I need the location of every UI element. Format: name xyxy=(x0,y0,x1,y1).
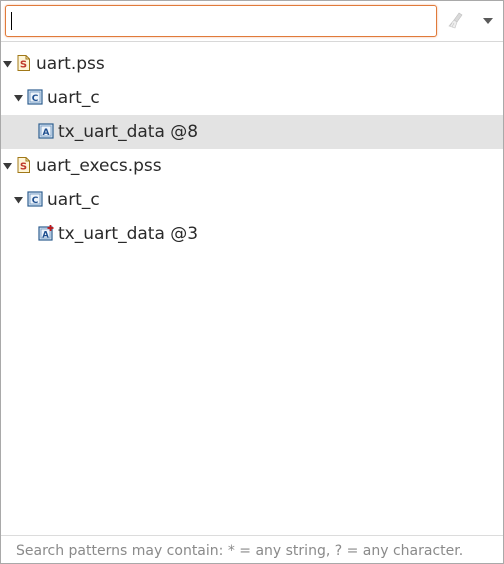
text-caret xyxy=(11,12,12,30)
component-icon: C xyxy=(27,89,43,105)
tree-node-label: uart_c xyxy=(47,190,100,210)
tree-node-label: uart_execs.pss xyxy=(36,156,162,176)
action-icon: A xyxy=(38,123,54,139)
clear-filter-icon[interactable] xyxy=(448,11,466,31)
header-separator xyxy=(1,41,503,42)
tree-node-label: tx_uart_data @8 xyxy=(58,122,199,142)
tree-node-label: uart_c xyxy=(47,88,100,108)
status-separator xyxy=(1,535,503,536)
expand-arrow-icon[interactable] xyxy=(3,60,12,68)
action-extension-icon: A xyxy=(38,225,54,241)
component-icon: C xyxy=(27,191,43,207)
svg-text:S: S xyxy=(20,162,27,173)
expand-arrow-icon[interactable] xyxy=(14,196,23,204)
svg-text:C: C xyxy=(32,196,39,206)
quick-outline-popup: S uart.pss C uart_c A tx_uart_data @8 S … xyxy=(0,0,504,564)
tree-node-label: tx_uart_data @3 xyxy=(58,224,199,244)
tree-row-tx-uart-data-8[interactable]: A tx_uart_data @8 xyxy=(1,115,503,149)
filter-field[interactable] xyxy=(5,5,437,37)
tree-row-uart-pss[interactable]: S uart.pss xyxy=(1,47,503,81)
svg-text:S: S xyxy=(20,60,27,71)
expand-arrow-icon[interactable] xyxy=(14,94,23,102)
search-hint: Search patterns may contain: * = any str… xyxy=(16,543,464,559)
tree-row-uart-c[interactable]: C uart_c xyxy=(1,183,503,217)
pss-file-icon: S xyxy=(17,55,30,71)
outline-tree: S uart.pss C uart_c A tx_uart_data @8 S … xyxy=(1,47,503,251)
tree-row-uart-c[interactable]: C uart_c xyxy=(1,81,503,115)
filter-input[interactable] xyxy=(9,9,433,31)
pss-file-icon: S xyxy=(17,157,30,173)
tree-row-uart-execs-pss[interactable]: S uart_execs.pss xyxy=(1,149,503,183)
tree-node-label: uart.pss xyxy=(36,54,105,74)
tree-row-tx-uart-data-3[interactable]: A tx_uart_data @3 xyxy=(1,217,503,251)
expand-arrow-icon[interactable] xyxy=(3,162,12,170)
view-menu-icon[interactable] xyxy=(481,15,495,27)
svg-text:A: A xyxy=(43,128,50,138)
svg-text:C: C xyxy=(32,94,39,104)
svg-text:A: A xyxy=(42,230,49,240)
